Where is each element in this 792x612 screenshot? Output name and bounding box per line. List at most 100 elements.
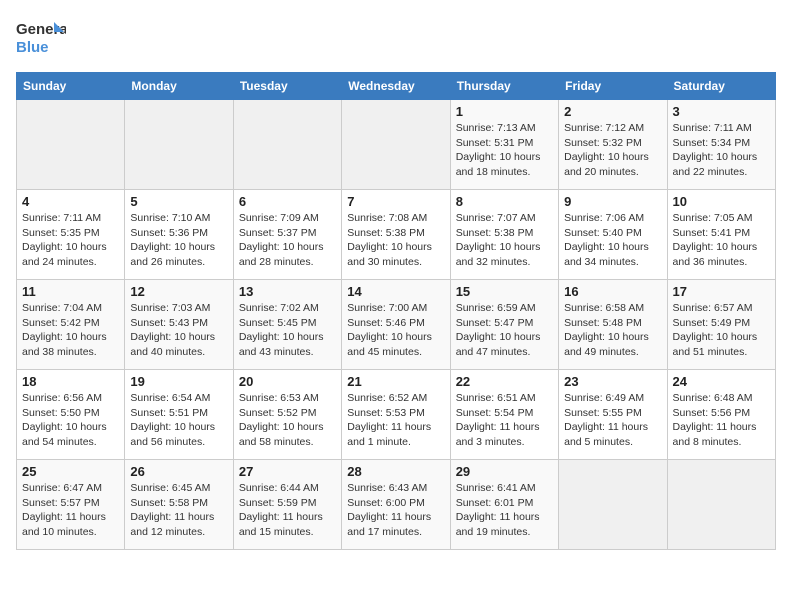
day-number: 2: [564, 104, 661, 119]
header-day-monday: Monday: [125, 73, 233, 100]
calendar-cell: 23Sunrise: 6:49 AM Sunset: 5:55 PM Dayli…: [559, 370, 667, 460]
calendar-cell: 8 Sunrise: 7:07 AM Sunset: 5:38 PM Daylig…: [450, 190, 558, 280]
calendar-table: SundayMondayTuesdayWednesdayThursdayFrid…: [16, 72, 776, 550]
day-details: Sunrise: 6:48 AM Sunset: 5:56 PM Dayligh…: [673, 391, 770, 450]
day-number: 6: [239, 194, 336, 209]
calendar-cell: 4 Sunrise: 7:11 AM Sunset: 5:35 PM Daylig…: [17, 190, 125, 280]
header-day-wednesday: Wednesday: [342, 73, 450, 100]
week-row-4: 18 Sunrise: 6:56 AM Sunset: 5:50 PM Dayli…: [17, 370, 776, 460]
calendar-cell: 29 Sunrise: 6:41 AM Sunset: 6:01 PM Dayli…: [450, 460, 558, 550]
logo-svg: GeneralBlue: [16, 16, 66, 60]
day-number: 20: [239, 374, 336, 389]
calendar-cell: [233, 100, 341, 190]
day-details: Sunrise: 6:57 AM Sunset: 5:49 PM Dayligh…: [673, 301, 770, 360]
calendar-cell: [559, 460, 667, 550]
calendar-cell: 9 Sunrise: 7:06 AM Sunset: 5:40 PM Daylig…: [559, 190, 667, 280]
logo: GeneralBlue: [16, 16, 66, 60]
day-details: Sunrise: 6:53 AM Sunset: 5:52 PM Dayligh…: [239, 391, 336, 450]
day-details: Sunrise: 7:11 AM Sunset: 5:35 PM Dayligh…: [22, 211, 119, 270]
day-details: Sunrise: 6:41 AM Sunset: 6:01 PM Dayligh…: [456, 481, 553, 540]
calendar-cell: 22 Sunrise: 6:51 AM Sunset: 5:54 PM Dayli…: [450, 370, 558, 460]
day-number: 22: [456, 374, 553, 389]
day-details: Sunrise: 6:54 AM Sunset: 5:51 PM Dayligh…: [130, 391, 227, 450]
day-number: 16: [564, 284, 661, 299]
day-number: 10: [673, 194, 770, 209]
week-row-1: 1Sunrise: 7:13 AM Sunset: 5:31 PM Daylig…: [17, 100, 776, 190]
week-row-2: 4 Sunrise: 7:11 AM Sunset: 5:35 PM Daylig…: [17, 190, 776, 280]
day-number: 28: [347, 464, 444, 479]
calendar-cell: [125, 100, 233, 190]
calendar-cell: [17, 100, 125, 190]
calendar-cell: [667, 460, 775, 550]
calendar-cell: 17 Sunrise: 6:57 AM Sunset: 5:49 PM Dayli…: [667, 280, 775, 370]
calendar-cell: 19 Sunrise: 6:54 AM Sunset: 5:51 PM Dayli…: [125, 370, 233, 460]
day-details: Sunrise: 7:10 AM Sunset: 5:36 PM Dayligh…: [130, 211, 227, 270]
header-day-saturday: Saturday: [667, 73, 775, 100]
calendar-cell: 12 Sunrise: 7:03 AM Sunset: 5:43 PM Dayli…: [125, 280, 233, 370]
day-number: 5: [130, 194, 227, 209]
day-details: Sunrise: 7:07 AM Sunset: 5:38 PM Dayligh…: [456, 211, 553, 270]
day-number: 3: [673, 104, 770, 119]
calendar-cell: 11 Sunrise: 7:04 AM Sunset: 5:42 PM Dayli…: [17, 280, 125, 370]
day-details: Sunrise: 7:03 AM Sunset: 5:43 PM Dayligh…: [130, 301, 227, 360]
day-details: Sunrise: 6:56 AM Sunset: 5:50 PM Dayligh…: [22, 391, 119, 450]
header-row: SundayMondayTuesdayWednesdayThursdayFrid…: [17, 73, 776, 100]
day-details: Sunrise: 7:12 AM Sunset: 5:32 PM Dayligh…: [564, 121, 661, 180]
day-details: Sunrise: 6:52 AM Sunset: 5:53 PM Dayligh…: [347, 391, 444, 450]
day-details: Sunrise: 7:09 AM Sunset: 5:37 PM Dayligh…: [239, 211, 336, 270]
header: GeneralBlue: [16, 16, 776, 60]
calendar-cell: [342, 100, 450, 190]
day-details: Sunrise: 6:45 AM Sunset: 5:58 PM Dayligh…: [130, 481, 227, 540]
calendar-cell: 21 Sunrise: 6:52 AM Sunset: 5:53 PM Dayli…: [342, 370, 450, 460]
day-number: 19: [130, 374, 227, 389]
day-number: 11: [22, 284, 119, 299]
calendar-cell: 10 Sunrise: 7:05 AM Sunset: 5:41 PM Dayli…: [667, 190, 775, 280]
calendar-cell: 24 Sunrise: 6:48 AM Sunset: 5:56 PM Dayli…: [667, 370, 775, 460]
day-details: Sunrise: 6:51 AM Sunset: 5:54 PM Dayligh…: [456, 391, 553, 450]
day-details: Sunrise: 6:47 AM Sunset: 5:57 PM Dayligh…: [22, 481, 119, 540]
day-number: 12: [130, 284, 227, 299]
day-number: 18: [22, 374, 119, 389]
day-number: 26: [130, 464, 227, 479]
day-number: 25: [22, 464, 119, 479]
day-number: 29: [456, 464, 553, 479]
calendar-cell: 14Sunrise: 7:00 AM Sunset: 5:46 PM Dayli…: [342, 280, 450, 370]
day-details: Sunrise: 7:11 AM Sunset: 5:34 PM Dayligh…: [673, 121, 770, 180]
week-row-5: 25 Sunrise: 6:47 AM Sunset: 5:57 PM Dayli…: [17, 460, 776, 550]
day-details: Sunrise: 7:08 AM Sunset: 5:38 PM Dayligh…: [347, 211, 444, 270]
day-number: 15: [456, 284, 553, 299]
day-number: 13: [239, 284, 336, 299]
day-details: Sunrise: 6:59 AM Sunset: 5:47 PM Dayligh…: [456, 301, 553, 360]
day-number: 7: [347, 194, 444, 209]
header-day-tuesday: Tuesday: [233, 73, 341, 100]
day-details: Sunrise: 7:05 AM Sunset: 5:41 PM Dayligh…: [673, 211, 770, 270]
header-day-sunday: Sunday: [17, 73, 125, 100]
calendar-cell: 1Sunrise: 7:13 AM Sunset: 5:31 PM Daylig…: [450, 100, 558, 190]
day-details: Sunrise: 6:43 AM Sunset: 6:00 PM Dayligh…: [347, 481, 444, 540]
day-details: Sunrise: 7:02 AM Sunset: 5:45 PM Dayligh…: [239, 301, 336, 360]
calendar-cell: 15 Sunrise: 6:59 AM Sunset: 5:47 PM Dayli…: [450, 280, 558, 370]
calendar-cell: 5 Sunrise: 7:10 AM Sunset: 5:36 PM Daylig…: [125, 190, 233, 280]
day-details: Sunrise: 6:44 AM Sunset: 5:59 PM Dayligh…: [239, 481, 336, 540]
day-number: 17: [673, 284, 770, 299]
calendar-cell: 6 Sunrise: 7:09 AM Sunset: 5:37 PM Daylig…: [233, 190, 341, 280]
calendar-cell: 28 Sunrise: 6:43 AM Sunset: 6:00 PM Dayli…: [342, 460, 450, 550]
day-number: 14: [347, 284, 444, 299]
calendar-cell: 20 Sunrise: 6:53 AM Sunset: 5:52 PM Dayli…: [233, 370, 341, 460]
day-details: Sunrise: 7:04 AM Sunset: 5:42 PM Dayligh…: [22, 301, 119, 360]
day-number: 9: [564, 194, 661, 209]
calendar-cell: 27Sunrise: 6:44 AM Sunset: 5:59 PM Dayli…: [233, 460, 341, 550]
calendar-cell: 26 Sunrise: 6:45 AM Sunset: 5:58 PM Dayli…: [125, 460, 233, 550]
header-day-thursday: Thursday: [450, 73, 558, 100]
calendar-cell: 18 Sunrise: 6:56 AM Sunset: 5:50 PM Dayli…: [17, 370, 125, 460]
day-details: Sunrise: 7:06 AM Sunset: 5:40 PM Dayligh…: [564, 211, 661, 270]
calendar-cell: 7 Sunrise: 7:08 AM Sunset: 5:38 PM Daylig…: [342, 190, 450, 280]
calendar-cell: 2 Sunrise: 7:12 AM Sunset: 5:32 PM Daylig…: [559, 100, 667, 190]
calendar-cell: 25 Sunrise: 6:47 AM Sunset: 5:57 PM Dayli…: [17, 460, 125, 550]
day-details: Sunrise: 6:58 AM Sunset: 5:48 PM Dayligh…: [564, 301, 661, 360]
day-number: 24: [673, 374, 770, 389]
day-number: 1: [456, 104, 553, 119]
day-number: 21: [347, 374, 444, 389]
day-number: 8: [456, 194, 553, 209]
day-number: 4: [22, 194, 119, 209]
